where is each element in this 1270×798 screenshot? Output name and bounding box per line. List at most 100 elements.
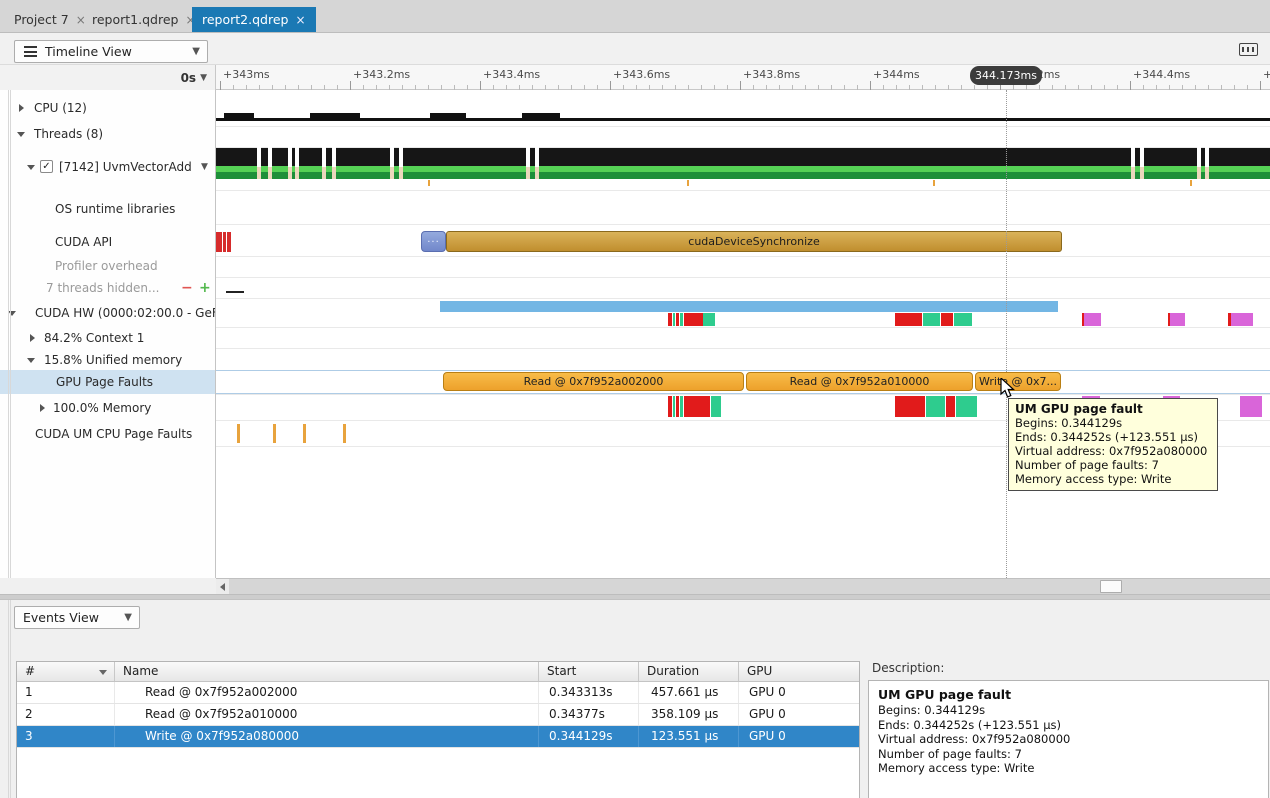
row-separator xyxy=(216,327,1270,328)
timeline-mark xyxy=(676,396,679,417)
tab-report2[interactable]: report2.qdrep × xyxy=(192,7,316,32)
close-icon[interactable]: × xyxy=(295,13,305,27)
timeline-mark xyxy=(1131,147,1135,167)
sidebar-item-context1[interactable]: 84.2% Context 1 xyxy=(0,328,216,348)
sidebar-item-cuda-api[interactable]: CUDA API xyxy=(0,232,216,252)
table-row[interactable]: 2 Read @ 0x7f952a010000 0.34377s 358.109… xyxy=(17,704,859,726)
panel-splitter[interactable] xyxy=(0,594,1270,600)
sidebar-item-threads[interactable]: Threads (8) xyxy=(0,124,216,144)
ruler-scale[interactable]: +343ms+343.2ms+343.4ms+343.6ms+343.8ms+3… xyxy=(216,65,1270,90)
column-header-name[interactable]: Name xyxy=(115,662,539,681)
timeline-mark xyxy=(923,313,940,326)
gpu-page-fault-bar[interactable]: Write @ 0x7... xyxy=(975,372,1061,391)
sidebar-item-unified-memory[interactable]: 15.8% Unified memory xyxy=(0,350,216,370)
timeline-mark xyxy=(711,396,721,417)
timeline-mark xyxy=(946,396,955,417)
table-row-selected[interactable]: 3 Write @ 0x7f952a080000 0.344129s 123.5… xyxy=(17,726,859,748)
column-header-gpu[interactable]: GPU xyxy=(739,662,859,681)
sidebar-item-thread-7142[interactable]: ✓ [7142] UvmVectorAdd ▼ xyxy=(0,157,216,177)
timeline-hscrollbar[interactable] xyxy=(216,578,1270,594)
timeline-view-selector[interactable]: Timeline View ▼ xyxy=(14,40,208,63)
timeline-mark xyxy=(216,232,222,252)
chevron-down-icon[interactable] xyxy=(17,132,25,137)
timeline-mark xyxy=(1140,167,1144,179)
keyboard-shortcuts-icon[interactable] xyxy=(1239,43,1258,56)
timeline-mark xyxy=(668,396,672,417)
arrow-left-icon xyxy=(220,583,225,591)
column-header-duration[interactable]: Duration xyxy=(639,662,739,681)
ruler-major-tick xyxy=(610,81,611,90)
timeline-mark xyxy=(399,167,403,179)
mouse-cursor xyxy=(1000,378,1016,400)
chevron-right-icon[interactable] xyxy=(40,404,45,412)
scroll-left-button[interactable] xyxy=(216,579,229,594)
timeline-mark xyxy=(1084,313,1101,326)
timeline-mark xyxy=(226,291,244,293)
timeline-mark xyxy=(268,147,272,167)
timeline-mark xyxy=(390,167,394,179)
column-header-start[interactable]: Start xyxy=(539,662,639,681)
timeline-mark xyxy=(1240,396,1262,417)
timeline-mark xyxy=(1140,147,1144,167)
timeline-mark xyxy=(428,180,430,186)
description-line: Number of page faults: 7 xyxy=(878,747,1259,762)
ruler-label: +343.6ms xyxy=(613,68,670,81)
sidebar-item-cuda-hw[interactable]: CUDA HW (0000:02:00.0 - GeF xyxy=(0,303,216,323)
tab-report1[interactable]: report1.qdrep× xyxy=(82,7,206,32)
add-icon[interactable]: + xyxy=(199,278,211,298)
timeline-mark xyxy=(1205,167,1209,179)
sidebar-item-gpu-page-faults[interactable]: GPU Page Faults xyxy=(0,370,216,394)
sidebar-item-profiler-overhead[interactable]: Profiler overhead xyxy=(0,256,216,276)
cuda-api-bar[interactable]: cudaDeviceSynchronize xyxy=(446,231,1062,252)
timeline-mark xyxy=(216,118,1270,121)
cuda-api-collapsed-events[interactable]: ... xyxy=(421,231,446,252)
column-header-num[interactable]: # xyxy=(17,662,115,681)
timeline-mark xyxy=(1205,147,1209,167)
chevron-down-icon[interactable]: ▼ xyxy=(201,157,208,177)
description-line: Virtual address: 0x7f952a080000 xyxy=(878,732,1259,747)
timeline-mark xyxy=(673,396,675,417)
chevron-down-icon[interactable] xyxy=(27,165,35,170)
timeline-mark xyxy=(680,396,683,417)
gpu-page-fault-bar[interactable]: Read @ 0x7f952a002000 xyxy=(443,372,744,391)
ruler-major-tick xyxy=(1260,81,1261,90)
events-view-label: Events View xyxy=(15,610,99,625)
description-panel: UM GPU page fault Begins: 0.344129s Ends… xyxy=(868,680,1269,798)
chevron-down-icon: ▼ xyxy=(192,46,207,57)
timeline-mark xyxy=(895,396,925,417)
timeline-mark xyxy=(273,424,276,443)
sort-desc-icon xyxy=(99,670,107,675)
sidebar-item-memory[interactable]: 100.0% Memory xyxy=(0,398,216,418)
chevron-down-icon: ▼ xyxy=(200,73,207,83)
remove-icon[interactable]: − xyxy=(181,278,193,298)
ruler-label: +343ms xyxy=(223,68,270,81)
tooltip-line: Begins: 0.344129s xyxy=(1015,416,1211,430)
timeline-mark xyxy=(1197,147,1201,167)
thread-checkbox[interactable]: ✓ xyxy=(40,160,53,173)
tab-label: report2.qdrep xyxy=(202,12,288,27)
events-table: # Name Start Duration GPU 1 Read @ 0x7f9… xyxy=(16,661,860,798)
sidebar-item-cuda-um-cpu-page-faults[interactable]: CUDA UM CPU Page Faults xyxy=(0,424,216,444)
timeline-mark xyxy=(390,147,394,167)
chevron-down-icon[interactable] xyxy=(27,358,35,363)
ruler-label: +343.2ms xyxy=(353,68,410,81)
scrollbar-thumb[interactable] xyxy=(1100,580,1122,593)
timeline-mark xyxy=(288,167,292,179)
timeline-ruler[interactable]: 0s ▼ +343ms+343.2ms+343.4ms+343.6ms+343.… xyxy=(0,65,1270,90)
tab-label: report1.qdrep xyxy=(92,12,178,27)
sidebar-item-threads-hidden[interactable]: 7 threads hidden... − + xyxy=(0,278,216,298)
description-line: Memory access type: Write xyxy=(878,761,1259,776)
table-row[interactable]: 1 Read @ 0x7f952a002000 0.343313s 457.66… xyxy=(17,682,859,704)
ruler-origin[interactable]: 0s ▼ xyxy=(0,65,216,90)
gpu-page-fault-bar[interactable]: Read @ 0x7f952a010000 xyxy=(746,372,973,391)
chevron-right-icon[interactable] xyxy=(19,104,24,112)
timeline-mark xyxy=(223,232,226,252)
selected-row-band xyxy=(216,393,1270,394)
timeline-canvas[interactable]: ... cudaDeviceSynchronize UM GPU page fa… xyxy=(216,90,1270,578)
timeline-mark xyxy=(703,313,715,326)
sidebar-item-os-runtime[interactable]: OS runtime libraries xyxy=(0,199,216,219)
ruler-major-tick xyxy=(740,81,741,90)
chevron-right-icon[interactable] xyxy=(30,334,35,342)
events-view-selector[interactable]: Events View ▼ xyxy=(14,606,140,629)
sidebar-item-cpu[interactable]: CPU (12) xyxy=(0,98,216,118)
